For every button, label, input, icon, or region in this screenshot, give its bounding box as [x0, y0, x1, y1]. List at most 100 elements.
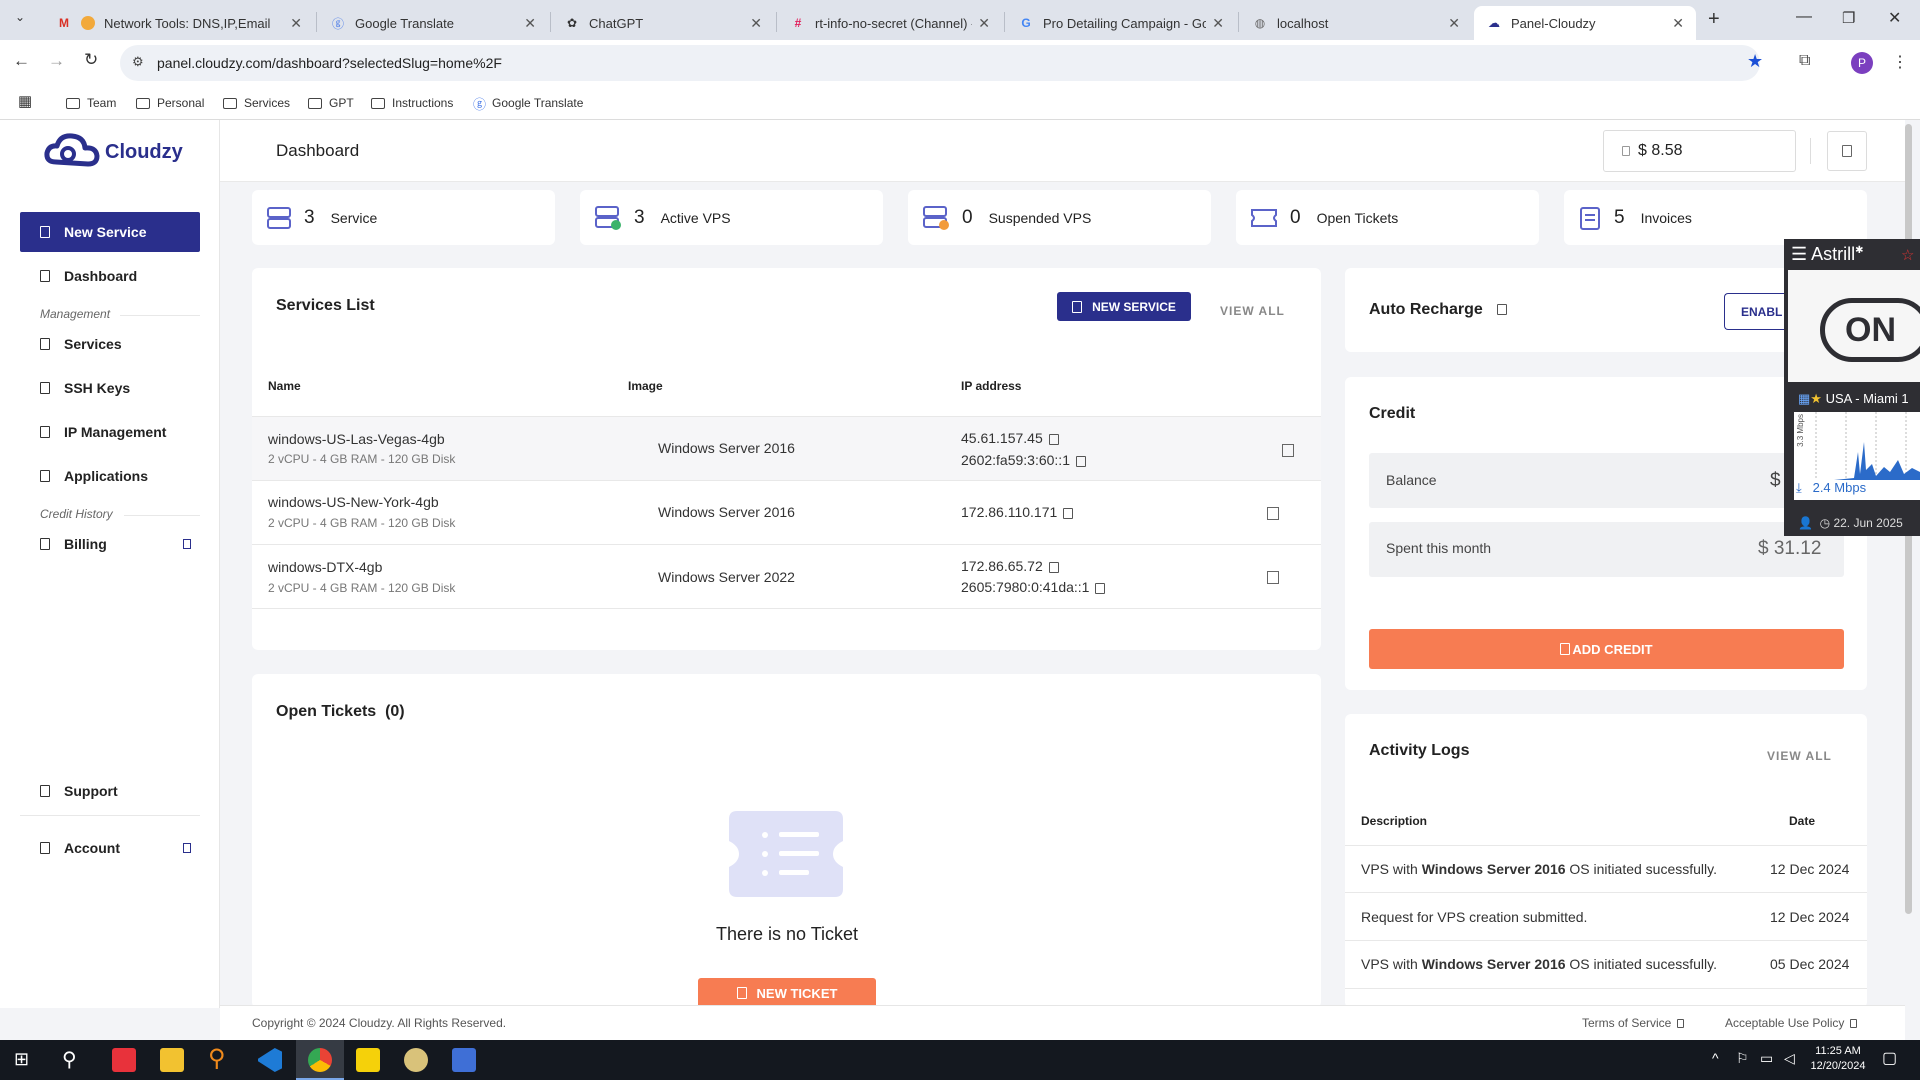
service-name[interactable]: windows-US-Las-Vegas-4gb — [268, 431, 445, 447]
chevron-down-icon[interactable] — [183, 843, 191, 853]
copy-icon[interactable] — [1048, 433, 1059, 445]
sidebar-item-billing[interactable]: Billing — [20, 524, 200, 564]
reload-icon[interactable]: ↻ — [84, 50, 98, 70]
bookmark-star-icon[interactable]: ★ — [1747, 51, 1763, 72]
apps-grid-icon[interactable]: ▦ — [18, 92, 32, 110]
close-icon[interactable]: ✕ — [524, 15, 536, 32]
chevron-up-icon[interactable]: ^ — [1712, 1050, 1719, 1066]
tab-search-icon[interactable]: ⌄ — [10, 10, 30, 30]
divider — [1345, 940, 1867, 941]
sidebar-item-account[interactable]: Account — [20, 828, 200, 868]
close-icon[interactable]: ✕ — [1212, 15, 1224, 32]
tab-network-tools[interactable]: M Network Tools: DNS,IP,Email ✕ — [44, 6, 314, 40]
info-icon[interactable] — [1497, 304, 1508, 316]
chevron-down-icon[interactable] — [183, 539, 191, 549]
copy-icon[interactable] — [1076, 455, 1086, 467]
close-icon[interactable]: ✕ — [290, 15, 302, 32]
close-icon[interactable]: ✕ — [1448, 15, 1460, 32]
bookmark-personal[interactable]: Personal — [136, 92, 204, 114]
profile-avatar[interactable]: P — [1851, 52, 1873, 74]
tab-pro-detailing[interactable]: G Pro Detailing Campaign - Goo ✕ — [1006, 6, 1236, 40]
enable-auto-recharge-button[interactable]: ENABL — [1724, 293, 1784, 330]
browser-menu-icon[interactable]: ⋮ — [1892, 52, 1908, 72]
chrome-icon[interactable] — [308, 1048, 332, 1072]
close-icon[interactable]: ✕ — [978, 15, 990, 32]
hamburger-menu-icon[interactable]: ☰ — [1791, 244, 1807, 264]
sidebar-item-services[interactable]: Services — [20, 324, 200, 364]
site-info-icon[interactable]: ⚙ — [132, 54, 144, 70]
new-service-button[interactable]: NEW SERVICE — [1057, 292, 1191, 321]
tab-panel-cloudzy[interactable]: ☁ Panel-Cloudzy ✕ — [1474, 6, 1696, 40]
new-tab-icon[interactable]: + — [1708, 8, 1720, 31]
tab-localhost[interactable]: ◍ localhost ✕ — [1240, 6, 1472, 40]
sidebar-item-ip-management[interactable]: IP Management — [20, 412, 200, 452]
sidebar-item-ssh-keys[interactable]: SSH Keys — [20, 368, 200, 408]
back-icon[interactable]: ← — [13, 51, 30, 71]
bookmark-google-translate[interactable]: ⓖ Google Translate — [473, 92, 583, 114]
bookmark-services[interactable]: Services — [223, 92, 290, 114]
row-menu-icon[interactable] — [1267, 571, 1279, 584]
service-specs: 2 vCPU - 4 GB RAM - 120 GB Disk — [268, 581, 456, 595]
vpn-location[interactable]: ▦★ USA - Miami 1 — [1798, 391, 1909, 407]
notifications-icon[interactable]: ▢ — [1882, 1048, 1897, 1068]
favorite-star-icon[interactable]: ☆ — [1901, 246, 1914, 264]
copy-icon[interactable] — [1048, 561, 1059, 573]
balance-display[interactable]: $ 8.58 — [1603, 130, 1796, 172]
restore-icon[interactable]: ❐ — [1842, 9, 1855, 27]
stat-card-service[interactable]: 3 Service — [252, 190, 555, 245]
close-icon[interactable]: ✕ — [750, 15, 762, 32]
cloudzy-logo-icon[interactable] — [44, 132, 102, 168]
file-explorer-icon[interactable] — [160, 1048, 184, 1072]
service-name[interactable]: windows-US-New-York-4gb — [268, 494, 439, 510]
stat-card-invoices[interactable]: 5 Invoices — [1564, 190, 1867, 245]
search-tool-icon[interactable]: ⚲ — [208, 1044, 226, 1073]
stat-card-suspended-vps[interactable]: 0 Suspended VPS — [908, 190, 1211, 245]
tray-icon[interactable]: ⚐ — [1736, 1050, 1749, 1067]
copy-icon[interactable] — [1063, 507, 1074, 519]
row-menu-icon[interactable] — [1267, 507, 1279, 520]
sidebar-item-support[interactable]: Support — [20, 771, 200, 811]
volume-icon[interactable]: ◁ — [1784, 1050, 1795, 1067]
service-name[interactable]: windows-DTX-4gb — [268, 559, 382, 575]
extensions-icon[interactable]: ⧉ — [1799, 52, 1810, 70]
remote-desktop-icon[interactable] — [452, 1048, 476, 1072]
sidebar-item-applications[interactable]: Applications — [20, 456, 200, 496]
new-ticket-button[interactable]: NEW TICKET — [698, 978, 876, 1008]
sidebar — [0, 120, 220, 1008]
activity-view-all-link[interactable]: VIEW ALL — [1767, 749, 1832, 763]
window-close-icon[interactable]: ✕ — [1888, 8, 1901, 28]
empty-ticket-illustration — [729, 811, 843, 897]
forward-icon[interactable]: → — [48, 51, 65, 71]
sidebar-item-dashboard[interactable]: Dashboard — [20, 256, 200, 296]
app-icon[interactable] — [404, 1048, 428, 1072]
stat-card-active-vps[interactable]: 3 Active VPS — [580, 190, 883, 245]
divider — [1345, 988, 1867, 989]
logo-text[interactable]: Cloudzy — [105, 141, 183, 164]
bookmark-instructions[interactable]: Instructions — [371, 92, 453, 114]
search-icon[interactable]: ⚲ — [62, 1047, 77, 1072]
bookmark-team[interactable]: Team — [66, 92, 116, 114]
sticky-notes-icon[interactable] — [356, 1048, 380, 1072]
copy-icon[interactable] — [1095, 582, 1106, 594]
tab-chatgpt[interactable]: ✿ ChatGPT ✕ — [552, 6, 774, 40]
tab-slack[interactable]: # rt-info-no-secret (Channel) - r ✕ — [778, 6, 1002, 40]
terms-link[interactable]: Terms of Service — [1582, 1016, 1685, 1030]
vpn-on-toggle[interactable]: ON — [1820, 298, 1920, 362]
url-text[interactable]: panel.cloudzy.com/dashboard?selectedSlug… — [157, 55, 502, 71]
stat-card-open-tickets[interactable]: 0 Open Tickets — [1236, 190, 1539, 245]
windows-start-icon[interactable]: ⊞ — [14, 1049, 29, 1070]
network-icon[interactable]: ▭ — [1760, 1050, 1773, 1067]
clock[interactable]: 11:25 AM 12/20/2024 — [1808, 1044, 1868, 1074]
close-icon[interactable]: ✕ — [1672, 15, 1684, 32]
aup-link[interactable]: Acceptable Use Policy — [1725, 1016, 1858, 1030]
tab-google-translate[interactable]: ⓖ Google Translate ✕ — [318, 6, 548, 40]
bookmark-gpt[interactable]: GPT — [308, 92, 354, 114]
add-credit-button[interactable]: ADD CREDIT — [1369, 629, 1844, 669]
new-service-nav-button[interactable]: New Service — [20, 212, 200, 252]
anydesk-icon[interactable] — [112, 1048, 136, 1072]
google-icon: G — [1021, 16, 1031, 30]
minimize-icon[interactable]: — — [1796, 8, 1812, 26]
notifications-button[interactable] — [1827, 131, 1867, 171]
services-view-all-link[interactable]: VIEW ALL — [1220, 304, 1285, 318]
row-menu-icon[interactable] — [1282, 444, 1294, 457]
